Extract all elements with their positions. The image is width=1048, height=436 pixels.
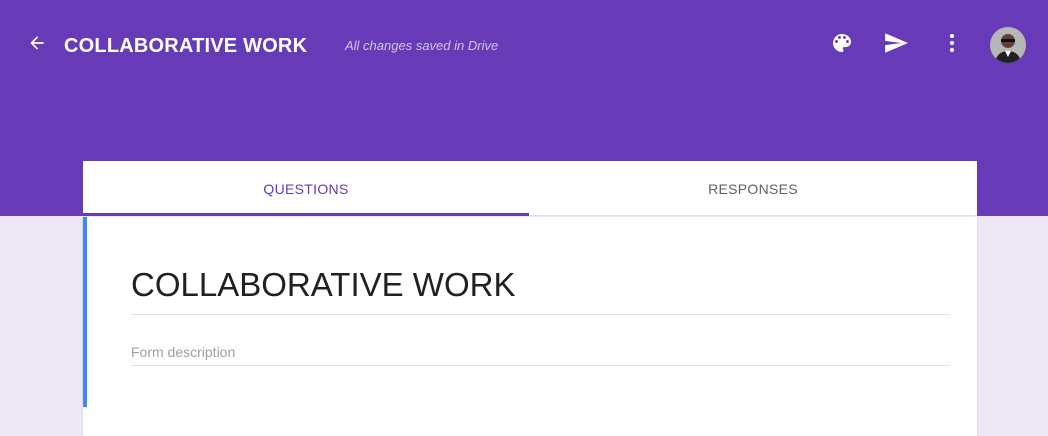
arrow-back-icon [30, 36, 44, 50]
user-photo-icon [990, 27, 1026, 63]
palette-icon [833, 34, 851, 52]
more-options-button[interactable] [937, 28, 967, 58]
account-avatar[interactable] [990, 27, 1026, 63]
tab-responses[interactable]: RESPONSES [529, 161, 977, 216]
app-title: COLLABORATIVE WORK [64, 35, 308, 57]
tab-bar: QUESTIONS RESPONSES [83, 161, 977, 216]
form-description-field[interactable]: Form description [131, 343, 950, 366]
back-button[interactable] [22, 28, 52, 58]
palette-button[interactable] [827, 28, 857, 58]
form-title-field[interactable]: COLLABORATIVE WORK [131, 263, 950, 315]
send-button[interactable] [881, 28, 911, 58]
tab-questions[interactable]: QUESTIONS [83, 161, 529, 216]
send-icon [885, 33, 908, 53]
focus-indicator [83, 217, 87, 407]
more-vert-icon [950, 34, 954, 52]
save-status: All changes saved in Drive [345, 38, 499, 53]
form-header-card: COLLABORATIVE WORK Form description [83, 217, 977, 436]
